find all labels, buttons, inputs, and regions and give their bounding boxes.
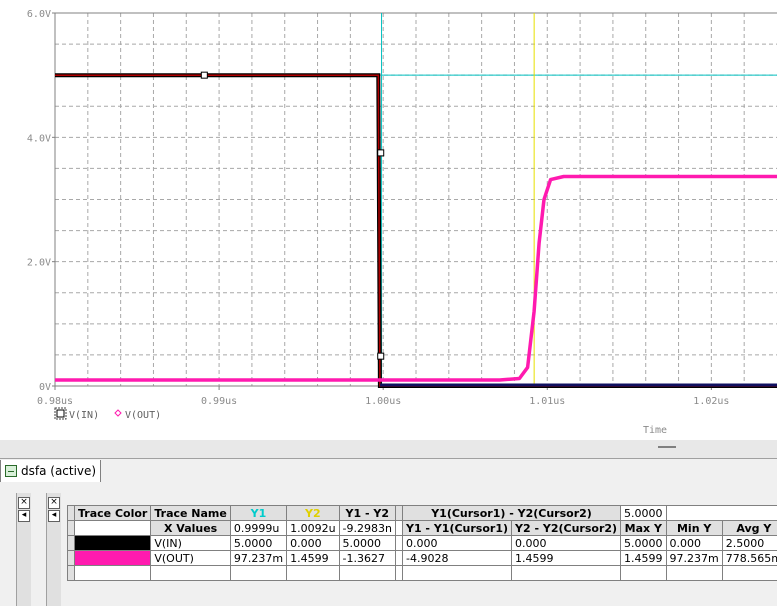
col-trace-name[interactable]: Trace Name xyxy=(150,505,231,521)
blank-cell[interactable] xyxy=(73,565,152,581)
cell-min-y[interactable]: 0.000 xyxy=(665,535,723,551)
waveform-chart[interactable]: 0V 2.0V 4.0V 6.0V 0.98us 0.99us 1.00us 1.01us 1.… xyxy=(0,0,777,440)
x-tick-label: 0.98us xyxy=(37,396,73,407)
tab-label: dsfa (active) xyxy=(21,464,97,478)
close-icon[interactable]: × xyxy=(18,497,30,509)
splitter-bar[interactable] xyxy=(0,440,777,458)
collapse-icon[interactable]: ◂ xyxy=(18,510,30,522)
cell-y2[interactable]: 1.4599 xyxy=(286,550,340,566)
row-header[interactable] xyxy=(67,535,75,551)
cell-y2[interactable]: 0.000 xyxy=(286,535,340,551)
tab-active-plot[interactable]: dsfa (active) xyxy=(0,460,102,482)
x-tick-label: 0.99us xyxy=(201,396,237,407)
row-header[interactable] xyxy=(67,505,75,521)
col-y2[interactable]: Y2 xyxy=(286,505,340,521)
cell-max-y[interactable]: 1.4599 xyxy=(620,550,667,566)
col-trace-color[interactable]: Trace Color xyxy=(73,505,152,521)
col-max-y[interactable]: Max Y xyxy=(620,520,667,536)
y-tick-label: 4.0V xyxy=(27,133,51,144)
cell-empty[interactable] xyxy=(394,535,403,551)
cell-y1-y2[interactable]: 5.0000 xyxy=(338,535,396,551)
trace-marker-square xyxy=(377,352,385,360)
col-empty[interactable] xyxy=(394,505,403,521)
cell-max-y[interactable]: 5.0000 xyxy=(620,535,667,551)
x-value-y2[interactable]: 1.0092u xyxy=(286,520,340,536)
waveform-icon xyxy=(5,465,17,477)
x-tick-label: 1.00us xyxy=(365,396,401,407)
row-header[interactable] xyxy=(67,520,75,536)
trace-color-swatch-in[interactable] xyxy=(73,535,152,551)
cell-y1-y2[interactable]: -1.3627 xyxy=(338,550,396,566)
blank-cell[interactable] xyxy=(401,565,513,581)
legend-label-vin: V(IN) xyxy=(69,410,99,421)
cursor-diff-value[interactable]: 5.0000 xyxy=(620,505,667,521)
col-min-y[interactable]: Min Y xyxy=(665,520,723,536)
trace-marker-square xyxy=(377,149,385,157)
table-row[interactable] xyxy=(67,565,777,581)
col-y2-cursor2[interactable]: Y2 - Y2(Cursor2) xyxy=(511,520,622,536)
blank-cell[interactable] xyxy=(394,565,403,581)
cursor-values-table[interactable]: Trace Color Trace Name Y1 Y2 Y1 - Y2 Y1(… xyxy=(67,505,777,581)
y-tick-label: 2.0V xyxy=(27,258,51,269)
x-value-y1[interactable]: 0.9999u xyxy=(229,520,288,536)
blank-cell[interactable] xyxy=(338,565,396,581)
col-avg-y[interactable]: Avg Y xyxy=(721,520,777,536)
blank-cell[interactable] xyxy=(620,565,667,581)
cell-min-y[interactable]: 97.237m xyxy=(665,550,723,566)
cell-empty[interactable] xyxy=(394,550,403,566)
table-row[interactable]: V(OUT) 97.237m 1.4599 -1.3627 -4.9028 1.… xyxy=(67,550,777,566)
row-header[interactable] xyxy=(67,550,75,566)
cell-y1[interactable]: 97.237m xyxy=(229,550,288,566)
cell-y1-cursor1[interactable]: -4.9028 xyxy=(401,550,513,566)
cell-y2-cursor2[interactable]: 0.000 xyxy=(511,535,622,551)
blank-cell[interactable] xyxy=(73,520,152,536)
col-y1[interactable]: Y1 xyxy=(229,505,288,521)
right-panel-strip: × ◂ xyxy=(46,493,61,606)
trace-name[interactable]: V(IN) xyxy=(150,535,231,551)
waveform-plot[interactable]: 0V 2.0V 4.0V 6.0V 0.98us 0.99us 1.00us 1.01us 1.… xyxy=(0,0,777,440)
col-y1-minus-y2[interactable]: Y1 - Y2 xyxy=(338,505,396,521)
close-icon[interactable]: × xyxy=(48,497,60,509)
blank-cell[interactable] xyxy=(229,565,288,581)
splitter-grip[interactable] xyxy=(658,446,676,448)
x-tick-label: 1.01us xyxy=(529,396,565,407)
y-tick-label: 6.0V xyxy=(27,9,51,20)
cell-avg-y[interactable]: 2.5000 xyxy=(721,535,777,551)
col-cursor-diff[interactable]: Y1(Cursor1) - Y2(Cursor2) xyxy=(401,505,622,521)
cell-avg-y[interactable]: 778.565m xyxy=(721,550,777,566)
blank-cell[interactable] xyxy=(150,565,231,581)
blank-cell[interactable] xyxy=(286,565,340,581)
col-y1-cursor1[interactable]: Y1 - Y1(Cursor1) xyxy=(401,520,513,536)
x-value-diff[interactable]: -9.2983n xyxy=(338,520,396,536)
tab-strip: dsfa (active) xyxy=(0,458,777,484)
legend-diamond-marker xyxy=(114,409,122,417)
blank-cell[interactable] xyxy=(721,565,777,581)
row-header[interactable] xyxy=(67,565,75,581)
x-tick-label: 1.02us xyxy=(693,396,729,407)
blank-cell[interactable] xyxy=(665,565,723,581)
collapse-icon[interactable]: ◂ xyxy=(48,510,60,522)
left-panel-strip: × ◂ xyxy=(16,493,31,606)
table-row[interactable]: V(IN) 5.0000 0.000 5.0000 0.000 0.000 5.… xyxy=(67,535,777,551)
cell-y1[interactable]: 5.0000 xyxy=(229,535,288,551)
x-axis-label: Time xyxy=(643,425,667,436)
trace-name[interactable]: V(OUT) xyxy=(150,550,231,566)
cell-y1-cursor1[interactable]: 0.000 xyxy=(401,535,513,551)
blank-cell[interactable] xyxy=(511,565,622,581)
legend-square-marker xyxy=(56,409,65,418)
y-tick-label: 0V xyxy=(39,382,51,393)
trace-marker-square xyxy=(200,71,208,79)
blank-cell[interactable] xyxy=(394,520,403,536)
cell-y2-cursor2[interactable]: 1.4599 xyxy=(511,550,622,566)
legend-label-vout: V(OUT) xyxy=(125,410,161,421)
trace-color-swatch-out[interactable] xyxy=(73,550,152,566)
blank-cell[interactable] xyxy=(665,505,777,521)
col-x-values[interactable]: X Values xyxy=(150,520,231,536)
